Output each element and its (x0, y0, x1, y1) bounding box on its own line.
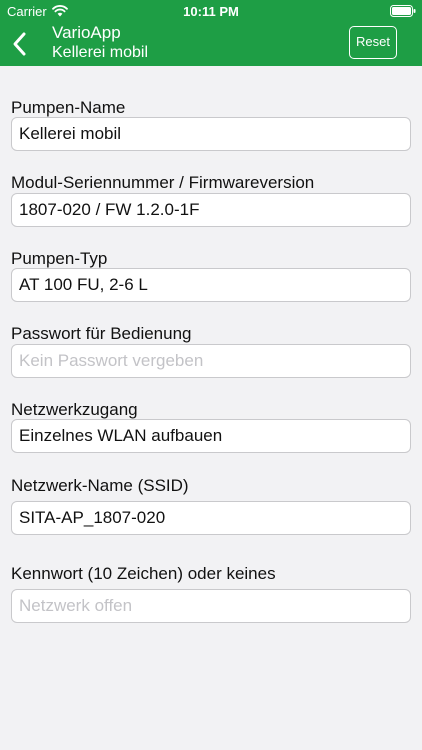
password-label: Passwort für Bedienung (11, 324, 192, 343)
nav-title: VarioApp (52, 23, 121, 42)
module-serial-label: Modul-Seriennummer / Firmwareversion (11, 173, 315, 192)
network-name-label: Netzwerk-Name (SSID) (11, 476, 189, 495)
pump-type-input[interactable] (11, 268, 411, 302)
pump-name-input[interactable] (11, 117, 411, 151)
module-serial-input[interactable] (11, 193, 411, 227)
pump-name-label: Pumpen-Name (11, 98, 126, 117)
reset-button[interactable]: Reset (349, 26, 397, 59)
network-name-input[interactable] (11, 501, 411, 535)
battery-icon (390, 5, 416, 17)
status-bar: Carrier 10:11 PM (0, 0, 422, 22)
network-access-label: Netzwerkzugang (11, 400, 138, 419)
chevron-left-icon[interactable] (10, 31, 30, 57)
network-access-input[interactable] (11, 419, 411, 453)
pump-type-label: Pumpen-Typ (11, 249, 108, 268)
password-input[interactable] (11, 344, 411, 378)
network-key-label: Kennwort (10 Zeichen) oder keines (11, 564, 276, 583)
network-key-input[interactable] (11, 589, 411, 623)
clock: 10:11 PM (183, 4, 239, 19)
nav-bar: VarioApp Kellerei mobil Reset (0, 22, 422, 66)
nav-subtitle: Kellerei mobil (52, 44, 149, 61)
